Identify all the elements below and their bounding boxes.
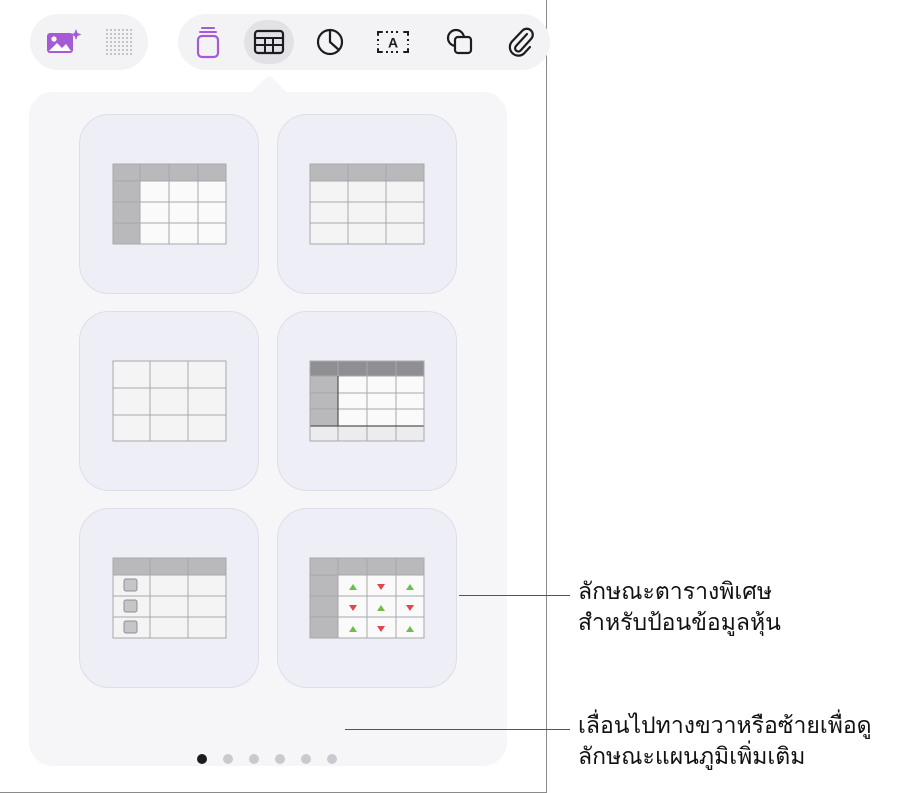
chart-icon <box>316 28 344 56</box>
table-preview-plain <box>112 360 227 442</box>
shape-icon <box>446 28 473 55</box>
table-style-header-row[interactable] <box>277 114 457 294</box>
table-preview-stock <box>309 557 425 639</box>
page-dot[interactable] <box>327 754 337 764</box>
table-preview-header-row <box>309 163 425 245</box>
dot-grid-icon <box>106 29 132 55</box>
table-style-stock[interactable] <box>277 508 457 688</box>
callout-text-line: สำหรับป้อนข้อมูลหุ้น <box>578 609 781 635</box>
callout-text-line: ลักษณะตารางพิเศษ <box>578 578 773 604</box>
table-preview-header-row-and-column <box>112 163 227 245</box>
chart-button[interactable] <box>305 20 355 64</box>
table-style-header-row-column-footer[interactable] <box>277 311 457 491</box>
text-icon: A <box>377 31 409 53</box>
text-button[interactable]: A <box>368 20 418 64</box>
page-dot[interactable] <box>197 754 207 764</box>
table-style-header-row-and-column[interactable] <box>79 114 259 294</box>
callout-text-line: เลื่อนไปทางขวาหรือซ้ายเพื่อดู <box>578 712 872 738</box>
toolbar-insert-group: A <box>178 14 550 70</box>
page-dot[interactable] <box>301 754 311 764</box>
paperclip-icon <box>508 27 534 57</box>
table-icon <box>253 29 285 55</box>
shape-button[interactable] <box>435 20 485 64</box>
toolbar-media-group <box>30 14 148 70</box>
page-dot[interactable] <box>223 754 233 764</box>
table-preview-checklist <box>112 557 227 639</box>
table-button[interactable] <box>244 20 294 64</box>
image-playground-button[interactable] <box>38 20 88 64</box>
table-preview-header-row-column-footer <box>309 360 425 442</box>
dot-grid-button[interactable] <box>94 20 144 64</box>
scroll-hint-callout: เลื่อนไปทางขวาหรือซ้ายเพื่อดู ลักษณะแผนภ… <box>578 710 872 772</box>
text-box-icon <box>196 27 220 59</box>
table-style-checklist[interactable] <box>79 508 259 688</box>
window-edge <box>546 0 547 793</box>
scroll-hint-callout-line <box>345 729 570 730</box>
text-box-button[interactable] <box>183 20 233 64</box>
table-style-plain[interactable] <box>79 311 259 491</box>
attachment-button[interactable] <box>496 20 546 64</box>
page-dot[interactable] <box>249 754 259 764</box>
callout-text-line: ลักษณะแผนภูมิเพิ่มเติม <box>578 743 806 769</box>
svg-text:A: A <box>388 35 398 51</box>
image-playground-icon <box>47 29 82 53</box>
page-dot[interactable] <box>275 754 285 764</box>
stock-style-callout: ลักษณะตารางพิเศษ สำหรับป้อนข้อมูลหุ้น <box>578 576 781 638</box>
stock-style-callout-line <box>459 595 570 596</box>
